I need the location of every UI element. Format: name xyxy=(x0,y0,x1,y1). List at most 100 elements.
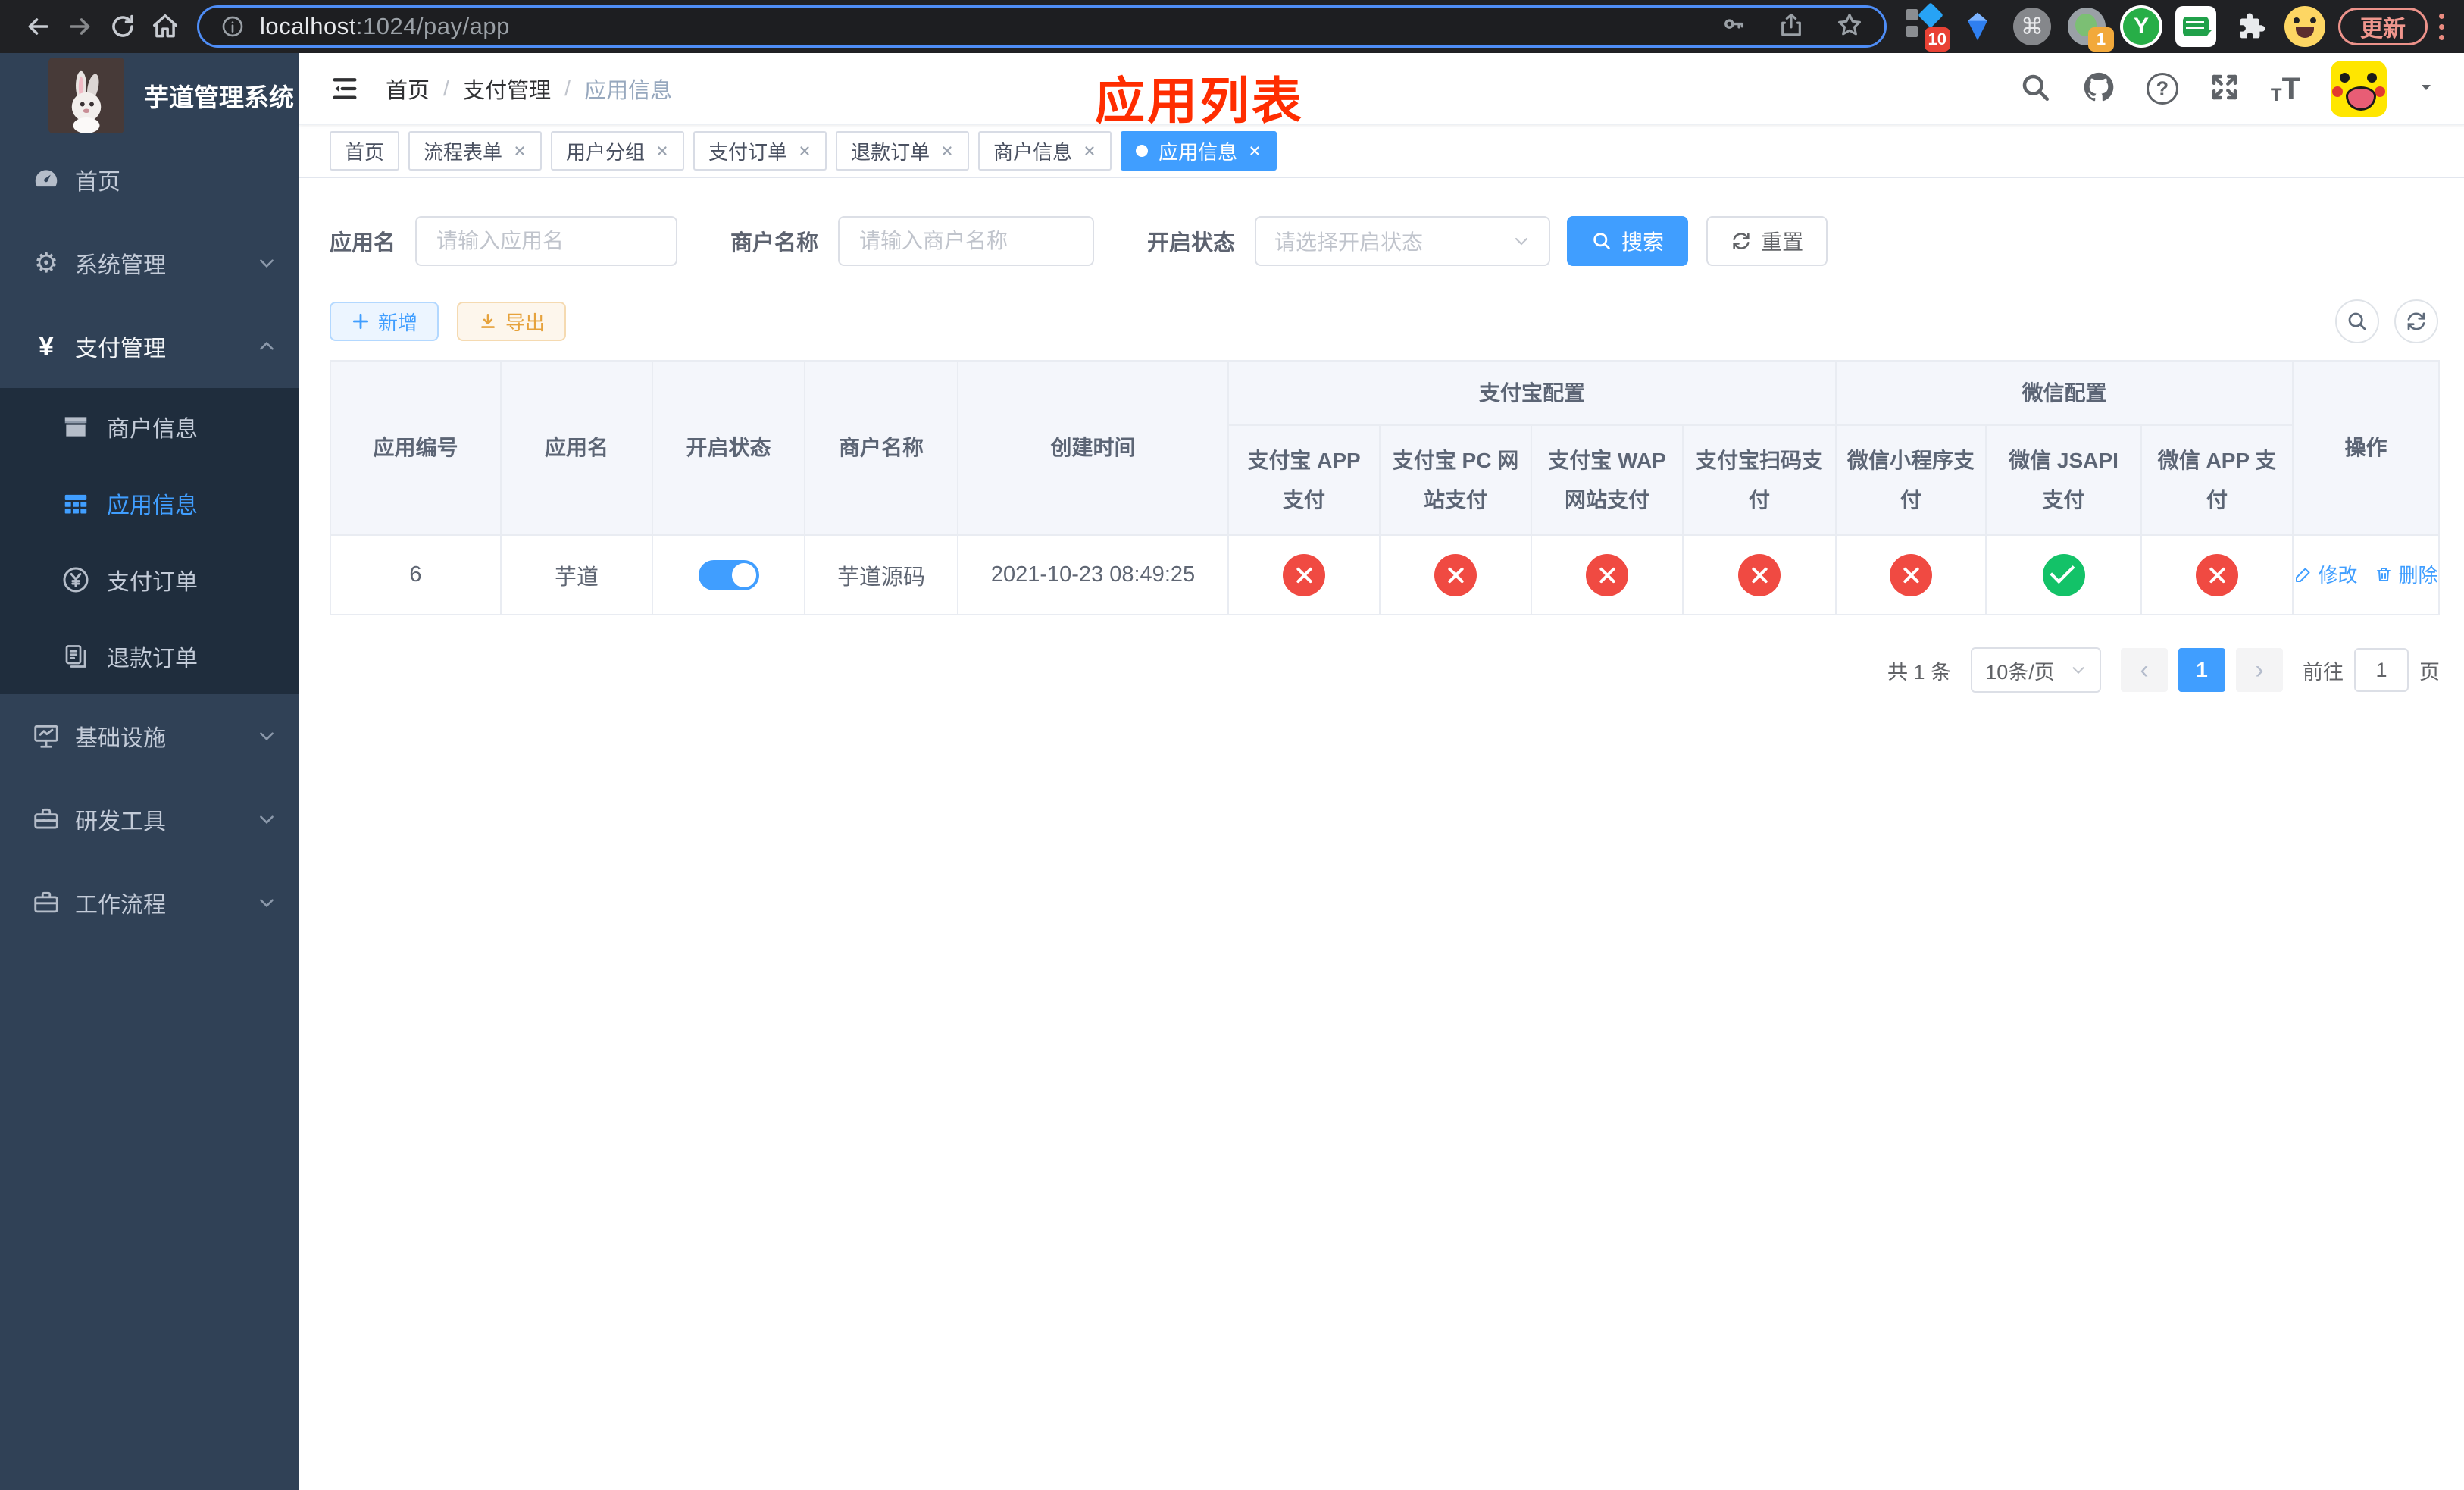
delete-link[interactable]: 删除 xyxy=(2375,560,2438,588)
col-group-alipay: 支付宝配置 xyxy=(1227,360,1837,426)
sidebar-item-merchant-info[interactable]: 商户信息 xyxy=(0,388,299,465)
chevron-down-icon xyxy=(257,726,277,746)
page-1-button[interactable]: 1 xyxy=(2178,648,2226,692)
header-search-icon[interactable] xyxy=(2019,71,2051,107)
app-title: 芋道管理系统 xyxy=(144,83,294,111)
grid-icon xyxy=(58,489,93,518)
wx-jsapi-status-icon xyxy=(2042,553,2085,596)
sidebar-item-label: 退款订单 xyxy=(107,646,198,671)
sidebar-menu: 首页 ⚙ 系统管理 ¥ 支付管理 商户信息 应用信息 支付订单 退款订单 基础设… xyxy=(0,138,299,944)
sidebar-item-refund-order[interactable]: 退款订单 xyxy=(0,618,299,694)
app-name-input[interactable] xyxy=(415,216,678,266)
close-icon[interactable] xyxy=(655,144,669,158)
search-button[interactable]: 搜索 xyxy=(1567,216,1689,266)
tab-refund-order[interactable]: 退款订单 xyxy=(836,131,970,171)
font-size-icon[interactable]: TT xyxy=(2271,72,2300,106)
chevron-down-icon xyxy=(257,809,277,829)
fullscreen-icon[interactable] xyxy=(2209,71,2240,107)
sidebar-item-dev-tools[interactable]: 研发工具 xyxy=(0,778,299,861)
tab-process-form[interactable]: 流程表单 xyxy=(408,131,543,171)
extension-command-icon[interactable]: ⌘ xyxy=(2009,3,2055,50)
sidebar-item-pay[interactable]: ¥ 支付管理 xyxy=(0,305,299,388)
extension-avatar-icon[interactable]: 1 xyxy=(2064,3,2114,52)
merchant-name-input[interactable] xyxy=(838,216,1095,266)
table-toolbar: 新增 导出 xyxy=(330,299,2440,343)
sidebar-item-label: 工作流程 xyxy=(75,893,166,918)
goto-label: 前往 xyxy=(2303,660,2344,684)
sidebar-item-pay-order[interactable]: 支付订单 xyxy=(0,541,299,618)
close-icon[interactable] xyxy=(1083,144,1096,158)
sidebar-fold-icon[interactable] xyxy=(330,74,360,104)
sidebar-item-app-info[interactable]: 应用信息 xyxy=(0,465,299,541)
close-icon[interactable] xyxy=(798,144,811,158)
github-icon[interactable] xyxy=(2081,70,2116,108)
gear-icon: ⚙ xyxy=(33,247,59,278)
tab-home[interactable]: 首页 xyxy=(330,131,400,171)
tab-merchant-info[interactable]: 商户信息 xyxy=(978,131,1112,171)
add-button[interactable]: 新增 xyxy=(330,302,439,341)
logo-row[interactable]: 芋道管理系统 xyxy=(0,53,299,138)
filter-form: 应用名 商户名称 开启状态 请选择开启状态 搜索 xyxy=(330,216,2440,266)
goto-page-input[interactable] xyxy=(2354,648,2409,692)
col-app-name: 应用名 xyxy=(500,360,653,536)
forward-icon[interactable] xyxy=(59,5,102,48)
status-select[interactable]: 请选择开启状态 xyxy=(1255,216,1551,266)
tab-pay-order[interactable]: 支付订单 xyxy=(693,131,827,171)
sidebar-item-label: 研发工具 xyxy=(75,809,166,834)
extension-grid-icon[interactable]: 10 xyxy=(1900,2,1950,52)
reset-button[interactable]: 重置 xyxy=(1706,216,1828,266)
cell-app-name: 芋道 xyxy=(500,534,653,615)
export-button[interactable]: 导出 xyxy=(457,302,567,341)
dashboard-icon xyxy=(28,165,64,194)
tab-app-info[interactable]: 应用信息 xyxy=(1121,131,1277,171)
app-name-label: 应用名 xyxy=(330,231,396,255)
extensions-puzzle-icon[interactable] xyxy=(2228,3,2273,50)
chrome-update-button[interactable]: 更新 xyxy=(2338,8,2428,45)
breadcrumb-pay[interactable]: 支付管理 xyxy=(463,73,551,105)
screen: localhost:1024/pay/app 10 ⌘ 1 Y 更新 芋道管理系… xyxy=(0,0,2464,1490)
close-icon[interactable] xyxy=(940,144,954,158)
show-search-toggle-button[interactable] xyxy=(2335,299,2380,343)
close-icon[interactable] xyxy=(513,144,527,158)
home-icon[interactable] xyxy=(144,5,186,48)
extension-y-icon[interactable]: Y xyxy=(2118,3,2164,50)
refresh-table-button[interactable] xyxy=(2394,299,2439,343)
close-icon[interactable] xyxy=(1248,144,1262,158)
page-size-select[interactable]: 10条/页 xyxy=(1971,647,2102,693)
sidebar-item-home[interactable]: 首页 xyxy=(0,138,299,221)
active-dot xyxy=(1136,145,1149,157)
app-table: 应用编号 应用名 开启状态 商户名称 创建时间 支付宝配置 微信配置 操作 支付… xyxy=(330,360,2441,615)
sidebar-item-workflow[interactable]: 工作流程 xyxy=(0,861,299,944)
extensions-area: 10 ⌘ 1 Y xyxy=(1900,2,2328,52)
sidebar-item-label: 商户信息 xyxy=(107,416,198,442)
sidebar-item-infra[interactable]: 基础设施 xyxy=(0,694,299,778)
tags-bar: 首页 流程表单 用户分组 支付订单 退款订单 商户信息 应用信息 xyxy=(299,125,2464,178)
sidebar-item-label: 基础设施 xyxy=(75,726,166,751)
url-bar[interactable]: localhost:1024/pay/app xyxy=(197,5,1887,48)
tab-user-group[interactable]: 用户分组 xyxy=(551,131,685,171)
status-toggle[interactable] xyxy=(698,559,759,590)
prev-page-button[interactable]: ‹ xyxy=(2121,648,2169,692)
breadcrumb-home[interactable]: 首页 xyxy=(386,73,430,105)
avatar-caret-icon[interactable] xyxy=(2417,78,2435,100)
back-icon[interactable] xyxy=(17,5,59,48)
chrome-menu-icon[interactable] xyxy=(2432,13,2450,40)
share-icon[interactable] xyxy=(1778,12,1804,42)
password-key-icon[interactable] xyxy=(1721,12,1746,42)
page-info-icon[interactable] xyxy=(220,14,245,39)
help-icon[interactable]: ? xyxy=(2146,73,2178,105)
user-avatar[interactable] xyxy=(2331,61,2387,117)
reload-icon[interactable] xyxy=(102,5,144,48)
col-app-id: 应用编号 xyxy=(330,360,502,536)
profile-avatar-icon[interactable] xyxy=(2282,3,2328,50)
topbar: 首页 / 支付管理 / 应用信息 应用列表 ? T T xyxy=(299,53,2464,129)
sidebar-item-system[interactable]: ⚙ 系统管理 xyxy=(0,221,299,305)
pay-submenu: 商户信息 应用信息 支付订单 退款订单 xyxy=(0,388,299,694)
sidebar-item-label: 支付订单 xyxy=(107,569,198,595)
extension-gem-icon[interactable] xyxy=(1955,3,2000,50)
breadcrumb-app: 应用信息 xyxy=(584,79,673,103)
extension-chat-icon[interactable] xyxy=(2173,3,2219,50)
next-page-button[interactable]: › xyxy=(2236,648,2284,692)
edit-link[interactable]: 修改 xyxy=(2294,560,2358,588)
bookmark-star-icon[interactable] xyxy=(1836,11,1863,42)
